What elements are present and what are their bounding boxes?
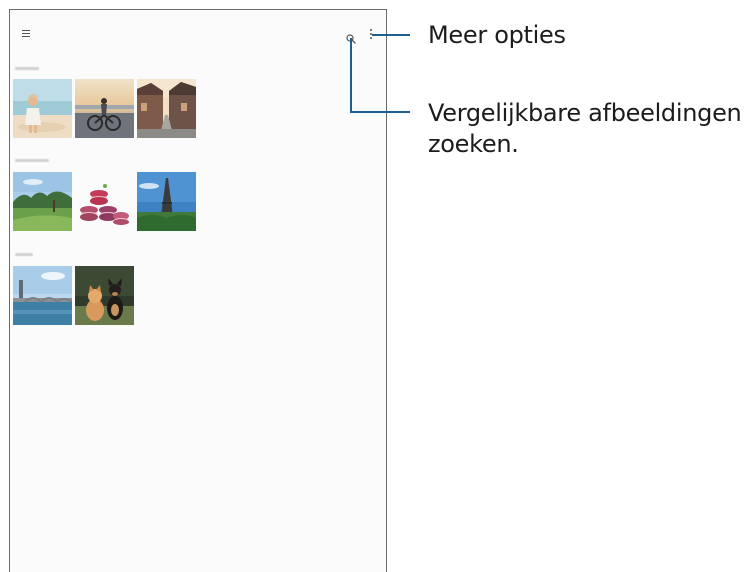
section-date-label [15, 159, 49, 162]
search-callout-horizontal-line [350, 111, 410, 113]
more-options-callout-label: Meer opties [428, 21, 566, 49]
section-date-label [15, 253, 33, 256]
search-callout-label-line2: zoeken. [428, 130, 519, 158]
photo-village-street[interactable] [137, 79, 196, 138]
search-callout-vertical-line [350, 38, 352, 113]
search-callout-label-line1: Vergelijkbare afbeeldingen [428, 99, 742, 127]
section-date-label [15, 67, 39, 70]
more-options-callout-line [372, 34, 410, 36]
manual-illustration: Meer opties Vergelijkbare afbeeldingen z… [0, 0, 749, 572]
app-bar [10, 10, 386, 58]
photo-macarons[interactable] [75, 172, 134, 231]
photo-golf-course[interactable] [13, 172, 72, 231]
hamburger-menu-icon[interactable] [22, 30, 30, 37]
photo-cat-and-dog[interactable] [75, 266, 134, 325]
photo-girl-on-beach[interactable] [13, 79, 72, 138]
photo-eiffel-tower[interactable] [137, 172, 196, 231]
gallery-screen [9, 9, 387, 572]
photo-cyclist-at-sunset[interactable] [75, 79, 134, 138]
photo-bridge-and-river[interactable] [13, 266, 72, 325]
